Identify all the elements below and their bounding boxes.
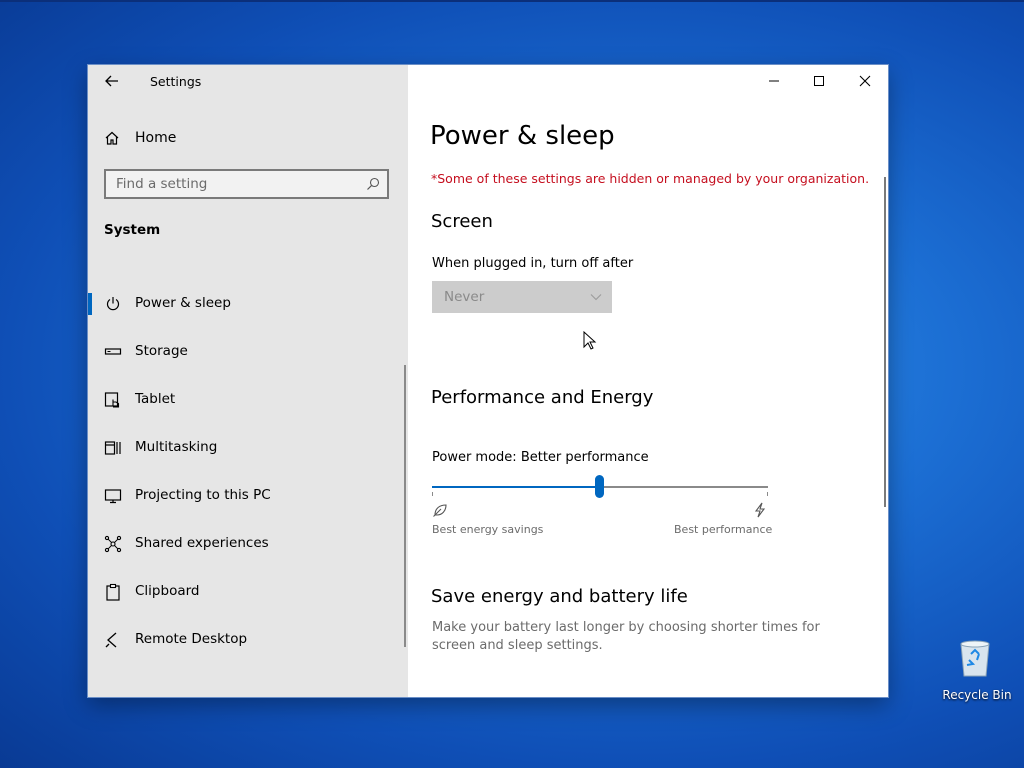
back-arrow-icon: [105, 75, 118, 87]
home-icon: [105, 131, 119, 145]
battery-description: Make your battery last longer by choosin…: [432, 620, 820, 653]
app-title: Settings: [150, 74, 202, 89]
org-warning-text: *Some of these settings are hidden or ma…: [431, 171, 870, 186]
best-performance-caption: Best performance: [674, 523, 773, 536]
projecting-icon: [104, 489, 122, 504]
section-label-system: System: [104, 222, 161, 238]
remote-desktop-icon: [105, 632, 117, 648]
power-mode-slider[interactable]: [432, 475, 768, 499]
sidebar-item-projecting[interactable]: Projecting to this PC: [88, 472, 406, 520]
power-icon: [106, 297, 120, 311]
storage-icon: [104, 348, 122, 355]
battery-heading: Save energy and battery life: [431, 586, 688, 607]
sidebar-item-shared-experiences[interactable]: Shared experiences: [88, 520, 406, 568]
lightning-icon: [754, 502, 766, 518]
search-input[interactable]: [106, 171, 366, 197]
recycle-bin-desktop-icon[interactable]: Recycle Bin: [940, 636, 1014, 706]
screen-timeout-value: Never: [444, 289, 485, 305]
slider-thumb[interactable]: [595, 475, 604, 498]
search-box[interactable]: [104, 169, 389, 199]
sidebar-item-label: Multitasking: [135, 439, 218, 455]
active-indicator: [88, 293, 92, 315]
sidebar-item-label: Shared experiences: [135, 535, 269, 551]
shared-experiences-icon: [104, 535, 122, 553]
sidebar-item-clipboard[interactable]: Clipboard: [88, 568, 406, 616]
minimize-icon: [769, 80, 779, 82]
sidebar-item-tablet[interactable]: Tablet: [88, 376, 406, 424]
close-button[interactable]: [842, 65, 888, 97]
sidebar-item-storage[interactable]: Storage: [88, 328, 406, 376]
back-button[interactable]: [102, 71, 122, 91]
multitasking-icon: [104, 441, 121, 455]
performance-heading: Performance and Energy: [431, 387, 654, 408]
settings-window: Settings Home System: [88, 65, 888, 697]
sidebar-item-label: Storage: [135, 343, 188, 359]
slider-track-empty: [600, 486, 768, 488]
sidebar-nav: Power & sleep Storage Tablet Multitaskin…: [88, 280, 406, 664]
chevron-down-icon: [590, 294, 602, 301]
home-label: Home: [135, 130, 177, 146]
minimize-button[interactable]: [751, 65, 797, 97]
sidebar-item-multitasking[interactable]: Multitasking: [88, 424, 406, 472]
sidebar: Settings Home System: [88, 65, 408, 697]
home-link[interactable]: Home: [104, 127, 176, 149]
search-icon[interactable]: [365, 176, 381, 192]
screen-heading: Screen: [431, 211, 493, 232]
sidebar-item-remote-desktop[interactable]: Remote Desktop: [88, 616, 406, 664]
power-mode-label: Power mode: Better performance: [432, 450, 649, 465]
mouse-cursor-icon: [583, 331, 597, 350]
close-icon: [859, 75, 871, 87]
clipboard-icon: [106, 583, 120, 601]
leaf-icon: [433, 504, 447, 517]
main-pane: Power & sleep *Some of these settings ar…: [408, 65, 888, 697]
desktop-top-strip: [0, 0, 1024, 2]
main-scrollbar[interactable]: [884, 177, 886, 507]
sidebar-item-label: Power & sleep: [135, 295, 231, 311]
sidebar-item-label: Remote Desktop: [135, 631, 248, 647]
sidebar-item-label: Tablet: [135, 391, 176, 407]
best-energy-savings-caption: Best energy savings: [432, 523, 544, 536]
sidebar-item-label: Clipboard: [135, 583, 200, 599]
slider-track-filled: [432, 486, 600, 488]
slider-tick: [767, 492, 768, 496]
sidebar-item-label: Projecting to this PC: [135, 487, 271, 503]
page-title: Power & sleep: [430, 121, 615, 151]
recycle-bin-label: Recycle Bin: [942, 688, 1012, 702]
sidebar-item-power-sleep[interactable]: Power & sleep: [88, 280, 406, 328]
sidebar-scrollbar[interactable]: [404, 365, 406, 647]
screen-timeout-dropdown[interactable]: Never: [432, 281, 612, 313]
slider-tick: [432, 492, 433, 496]
tablet-icon: [104, 392, 120, 408]
maximize-icon: [814, 76, 824, 86]
recycle-bin-icon: [960, 640, 990, 677]
plugged-in-label: When plugged in, turn off after: [432, 256, 634, 271]
maximize-button[interactable]: [796, 65, 842, 97]
